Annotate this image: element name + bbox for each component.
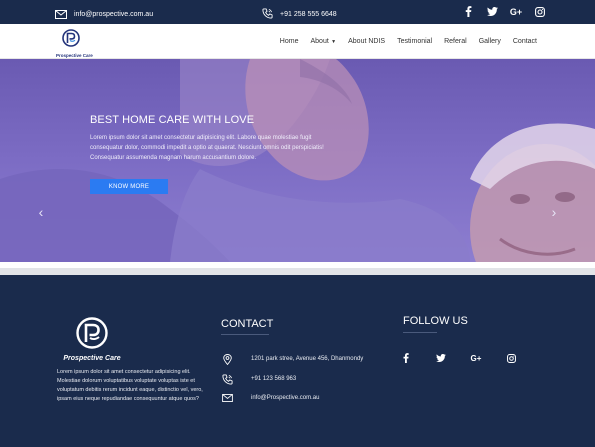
facebook-icon[interactable] <box>400 352 412 364</box>
footer-social-links: G+ <box>400 352 540 364</box>
envelope-icon <box>221 392 233 404</box>
prospective-care-logo-icon <box>62 29 80 47</box>
instagram-icon[interactable] <box>534 5 546 18</box>
google-plus-icon[interactable]: G+ <box>510 5 522 18</box>
top-phone-text[interactable]: +91 258 555 6648 <box>280 9 337 21</box>
nav-item-referal[interactable]: Referal <box>444 38 467 45</box>
contact-title-underline <box>221 334 269 335</box>
location-pin-icon <box>221 353 233 365</box>
footer-email-row[interactable]: info@Prospective.com.au <box>221 392 319 404</box>
nav-item-home[interactable]: Home <box>280 38 299 45</box>
site-logo[interactable]: Prospective Care <box>56 29 93 58</box>
top-social-links: G+ <box>462 5 546 18</box>
twitter-icon[interactable] <box>486 5 498 18</box>
google-plus-icon[interactable]: G+ <box>470 352 482 364</box>
know-more-button[interactable]: KNOW MORE <box>90 179 168 194</box>
nav-item-contact[interactable]: Contact <box>513 38 537 45</box>
footer-email[interactable]: info@Prospective.com.au <box>251 395 319 401</box>
main-navbar: Prospective Care Home About ▼ About NDIS… <box>0 24 595 59</box>
footer-contact-title: CONTACT <box>221 318 274 330</box>
hero-title: BEST HOME CARE WITH LOVE <box>90 114 255 126</box>
carousel-next-arrow[interactable]: › <box>548 205 560 219</box>
logo-text: Prospective Care <box>56 53 93 58</box>
follow-title-underline <box>403 332 437 333</box>
nav-item-about-label: About <box>310 38 329 45</box>
twitter-icon[interactable] <box>435 352 447 364</box>
nav-item-gallery[interactable]: Gallery <box>479 38 501 45</box>
footer-phone-row[interactable]: +91 123 568 963 <box>221 373 296 385</box>
top-phone[interactable]: +91 258 555 6648 <box>262 6 337 24</box>
footer-phone[interactable]: +91 123 568 963 <box>251 376 296 382</box>
facebook-icon[interactable] <box>462 5 474 18</box>
nav-item-about-ndis[interactable]: About NDIS <box>348 38 385 45</box>
envelope-icon <box>55 6 67 24</box>
caret-down-icon: ▼ <box>329 39 337 45</box>
footer-follow-title: FOLLOW US <box>403 315 468 327</box>
nav-item-about[interactable]: About ▼ <box>310 38 336 45</box>
top-email-text[interactable]: info@prospective.com.au <box>74 9 153 21</box>
footer-address: 1201 park stree, Avenue 456, Dhanmondy <box>251 356 364 362</box>
phone-icon <box>221 373 233 385</box>
top-email[interactable]: info@prospective.com.au <box>55 6 153 24</box>
top-bar: info@prospective.com.au +91 258 555 6648… <box>0 0 595 24</box>
footer-about-text: Lorem ipsum dolor sit amet consectetur a… <box>57 369 203 402</box>
footer-logo-text: Prospective Care <box>63 355 121 362</box>
nav-menu: Home About ▼ About NDIS Testimonial Refe… <box>280 24 537 59</box>
instagram-icon[interactable] <box>505 352 517 364</box>
footer-logo[interactable]: Prospective Care <box>57 317 127 362</box>
site-footer: Prospective Care Lorem ipsum dolor sit a… <box>0 275 595 447</box>
section-divider-gray <box>0 268 595 275</box>
phone-icon <box>262 6 273 24</box>
nav-item-testimonial[interactable]: Testimonial <box>397 38 432 45</box>
prospective-care-logo-icon <box>76 317 108 349</box>
hero-description: Lorem ipsum dolor sit amet consectetur a… <box>90 135 324 161</box>
footer-address-row: 1201 park stree, Avenue 456, Dhanmondy <box>221 353 363 365</box>
carousel-prev-arrow[interactable]: ‹ <box>35 205 47 219</box>
